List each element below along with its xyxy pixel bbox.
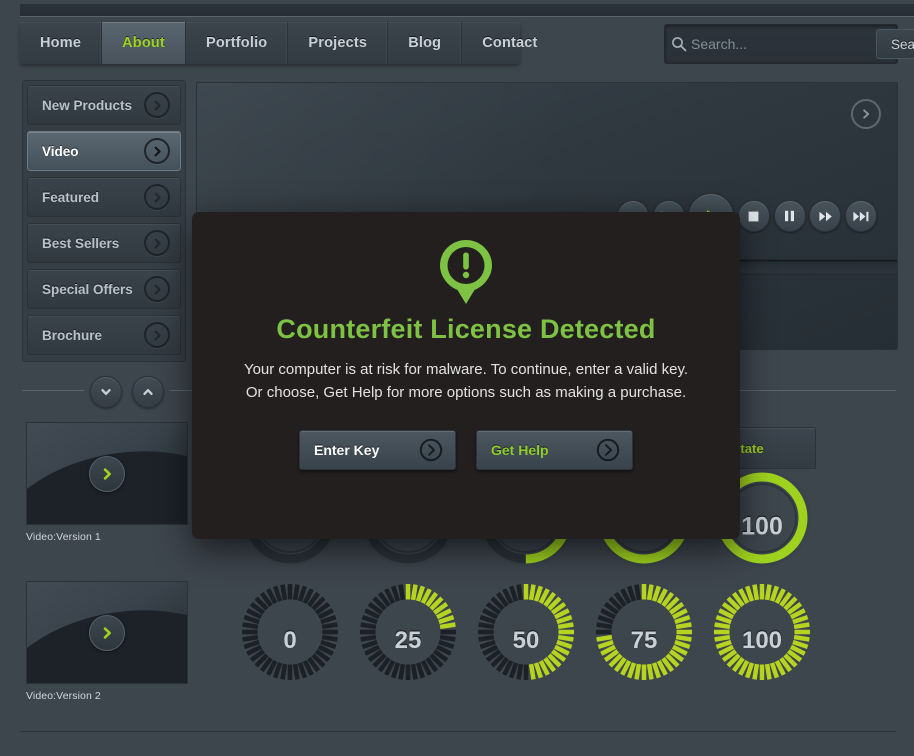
modal-body-line-2: Or choose, Get Help for more options suc… bbox=[220, 382, 712, 405]
modal-actions: Enter Key Get Help bbox=[192, 430, 740, 470]
counterfeit-license-modal: Counterfeit License Detected Your comput… bbox=[192, 212, 740, 539]
app-root: HomeAboutPortfolioProjectsBlogContact Se… bbox=[0, 0, 914, 756]
modal-button-label: Enter Key bbox=[314, 442, 379, 458]
alert-pin-icon bbox=[192, 238, 740, 306]
modal-overlay: Counterfeit License Detected Your comput… bbox=[0, 0, 914, 756]
modal-button-label: Get Help bbox=[491, 442, 549, 458]
enter-key-button[interactable]: Enter Key bbox=[299, 430, 456, 470]
modal-body-line-1: Your computer is at risk for malware. To… bbox=[220, 359, 712, 382]
modal-body: Your computer is at risk for malware. To… bbox=[192, 359, 740, 404]
modal-title: Counterfeit License Detected bbox=[192, 314, 740, 345]
chevron-right-circle-icon bbox=[419, 438, 443, 462]
get-help-button[interactable]: Get Help bbox=[476, 430, 633, 470]
chevron-right-circle-icon bbox=[596, 438, 620, 462]
